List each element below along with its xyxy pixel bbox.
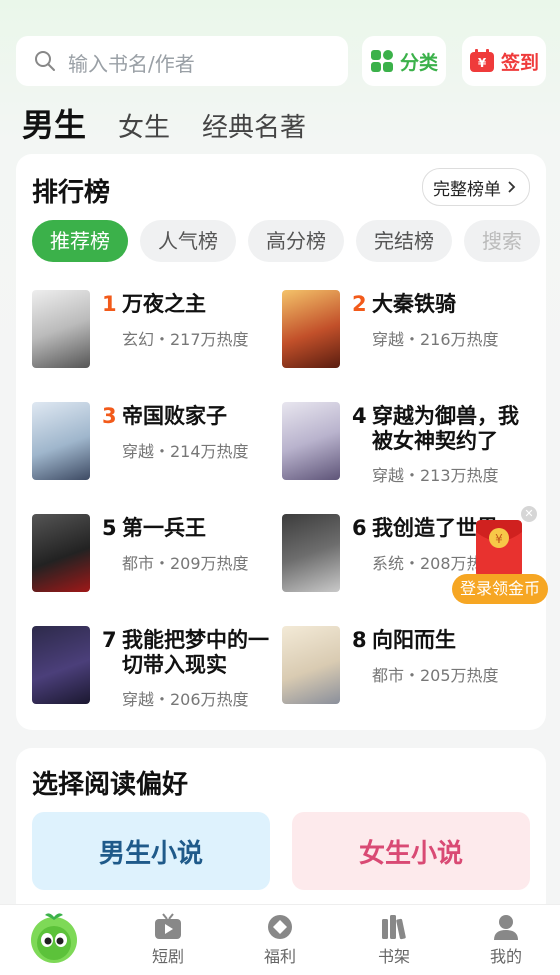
svg-text:¥: ¥	[495, 532, 503, 546]
book-title: 第一兵王	[122, 516, 206, 540]
book-title: 我能把梦中的一切带入现实	[122, 628, 269, 677]
book-meta: 穿越・206万热度	[122, 690, 249, 709]
book-rank: 2	[352, 292, 367, 316]
preference-card: 选择阅读偏好 男生小说 女生小说	[16, 748, 546, 918]
search-input[interactable]: 输入书名/作者	[16, 36, 348, 86]
book-title: 帝国败家子	[122, 404, 227, 428]
nav-welfare[interactable]: 福利	[240, 913, 320, 967]
book-meta: 都市・209万热度	[122, 554, 249, 573]
book-rank: 8	[352, 628, 367, 652]
login-reward-label: 登录领金币	[452, 574, 548, 604]
coin-icon	[268, 915, 292, 939]
nav-label: 书架	[377, 947, 410, 966]
book-rank: 4	[352, 404, 367, 428]
chip-completed[interactable]: 完结榜	[356, 220, 452, 262]
nav-profile[interactable]: 我的	[466, 913, 546, 967]
book-cover	[282, 514, 340, 592]
tab-male[interactable]: 男生	[22, 100, 86, 146]
tab-classics[interactable]: 经典名著	[202, 107, 306, 144]
book-cover	[32, 290, 90, 368]
ranking-title: 排行榜	[32, 178, 111, 208]
book-rank: 7	[102, 628, 117, 652]
book-meta: 穿越・213万热度	[372, 466, 499, 485]
svg-text:¥: ¥	[478, 56, 487, 70]
book-rank: 3	[102, 404, 117, 428]
book-title: 向阳而生	[372, 628, 456, 652]
gender-tabs: 男生 女生 经典名著	[22, 100, 338, 146]
search-icon	[35, 51, 55, 71]
category-label: 分类	[399, 51, 438, 74]
user-icon	[494, 915, 518, 940]
nav-label: 我的	[489, 947, 522, 966]
bottom-nav: 短剧 福利 书架 我的	[0, 904, 560, 975]
chevron-right-icon	[508, 181, 516, 193]
category-button[interactable]: 分类	[362, 36, 446, 86]
mascot-icon	[31, 913, 77, 963]
nav-home[interactable]	[14, 911, 94, 967]
nav-label: 短剧	[151, 947, 184, 966]
close-icon[interactable]: ✕	[521, 506, 537, 522]
female-novel-button[interactable]: 女生小说	[292, 812, 530, 890]
full-list-button[interactable]: 完整榜单	[422, 168, 530, 206]
signin-button[interactable]: ¥ 签到	[462, 36, 546, 86]
nav-label: 福利	[263, 947, 296, 966]
calendar-icon: ¥	[469, 49, 494, 72]
nav-bookshelf[interactable]: 书架	[354, 913, 434, 967]
book-item[interactable]: 8 向阳而生 都市・205万热度	[282, 626, 532, 726]
book-rank: 5	[102, 516, 117, 540]
book-cover	[282, 402, 340, 480]
male-novel-button[interactable]: 男生小说	[32, 812, 270, 890]
tv-icon	[155, 913, 181, 939]
login-reward-float[interactable]: ¥ ✕ 登录领金币	[452, 506, 548, 606]
top-bar: 输入书名/作者 分类 ¥ 签到	[16, 36, 546, 88]
book-item[interactable]: 7 我能把梦中的一切带入现实 穿越・206万热度	[32, 626, 282, 726]
chip-popular[interactable]: 人气榜	[140, 220, 236, 262]
book-item[interactable]: 3 帝国败家子 穿越・214万热度	[32, 402, 282, 502]
preference-title: 选择阅读偏好	[32, 770, 189, 800]
nav-short-drama[interactable]: 短剧	[128, 913, 208, 967]
book-title: 穿越为御兽，我被女神契约了	[372, 404, 519, 453]
book-cover	[32, 514, 90, 592]
tab-female[interactable]: 女生	[118, 107, 170, 144]
book-meta: 穿越・216万热度	[372, 330, 499, 349]
book-title: 万夜之主	[122, 292, 206, 316]
book-cover	[32, 626, 90, 704]
book-cover	[282, 290, 340, 368]
book-title: 大秦铁骑	[372, 292, 456, 316]
chip-search[interactable]: 搜索	[464, 220, 540, 262]
full-list-label: 完整榜单	[433, 179, 501, 200]
book-meta: 穿越・214万热度	[122, 442, 249, 461]
book-cover	[32, 402, 90, 480]
ranking-card: 排行榜 完整榜单 推荐榜 人气榜 高分榜 完结榜 搜索 1 万夜之主 玄幻・217万热度…	[16, 154, 546, 730]
book-meta: 玄幻・217万热度	[122, 330, 249, 349]
book-item[interactable]: 4 穿越为御兽，我被女神契约了 穿越・213万热度	[282, 402, 532, 502]
book-cover	[282, 626, 340, 704]
book-item[interactable]: 2 大秦铁骑 穿越・216万热度	[282, 290, 532, 390]
ranking-chips: 推荐榜 人气榜 高分榜 完结榜 搜索	[32, 220, 546, 264]
book-item[interactable]: 1 万夜之主 玄幻・217万热度	[32, 290, 282, 390]
chip-recommend[interactable]: 推荐榜	[32, 220, 128, 262]
search-placeholder: 输入书名/作者	[68, 52, 195, 76]
book-meta: 都市・205万热度	[372, 666, 499, 685]
book-rank: 6	[352, 516, 367, 540]
signin-label: 签到	[500, 51, 539, 74]
book-rank: 1	[102, 292, 117, 316]
chip-high-score[interactable]: 高分榜	[248, 220, 344, 262]
bookshelf-icon	[382, 915, 406, 940]
grid-icon	[370, 50, 393, 72]
book-item[interactable]: 5 第一兵王 都市・209万热度	[32, 514, 282, 614]
